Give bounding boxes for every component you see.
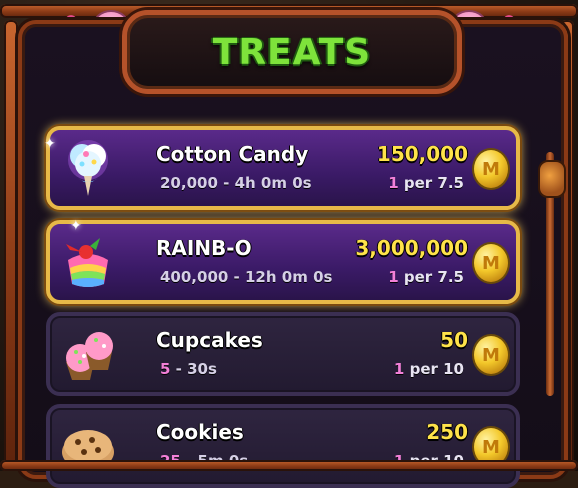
- rate-per: per 7.5: [403, 268, 464, 286]
- rate-per: per 7.5: [403, 174, 464, 192]
- treat-name: Cotton Candy: [156, 142, 309, 166]
- treat-row-cookies[interactable]: Cookies 25 - 5m 0s 250 1 per 10 M: [46, 404, 520, 488]
- coin-icon: M: [472, 148, 510, 190]
- rainbow-jelly-icon: [56, 230, 120, 294]
- treat-price: 250: [426, 420, 468, 444]
- treat-time: 4h 0m 0s: [234, 174, 312, 192]
- treat-quantity: 20,000: [160, 174, 218, 192]
- separator: -: [170, 360, 188, 378]
- treat-price: 3,000,000: [355, 236, 468, 260]
- left-pipe: [4, 20, 18, 471]
- rate-quantity: 1: [388, 174, 399, 192]
- rate-quantity: 1: [393, 360, 405, 378]
- coin-icon: M: [472, 334, 510, 376]
- treat-name: Cookies: [156, 420, 244, 444]
- cupcakes-icon: [56, 322, 120, 386]
- treat-name: RAINB-O: [156, 236, 252, 260]
- treat-price: 150,000: [376, 142, 468, 166]
- treat-quantity: 5: [160, 360, 171, 378]
- treat-rate: 1 per 10: [394, 360, 464, 378]
- coin-glyph: M: [482, 252, 500, 274]
- treat-row-cotton-candy[interactable]: ✦ Cotton Candy 20,000 - 4h 0m 0s 150,000…: [44, 126, 520, 210]
- sparkle-icon: ✦: [70, 218, 82, 234]
- treat-price: 50: [440, 328, 468, 352]
- page-title: TREATS: [212, 31, 372, 73]
- treat-time: 30s: [187, 360, 217, 378]
- bottom-pipe: [0, 460, 578, 471]
- treat-rate: 1 per 7.5: [388, 268, 464, 286]
- treat-detail: 400,000 - 12h 0m 0s: [160, 268, 332, 286]
- cotton-candy-icon: [56, 136, 120, 200]
- coin-glyph: M: [482, 344, 500, 366]
- treat-detail: 5 - 30s: [160, 360, 217, 378]
- rate-quantity: 1: [388, 268, 399, 286]
- game-frame: TREATS ✦ Cotton Candy 20,000 - 4h 0m 0s …: [0, 0, 578, 488]
- treat-rate: 1 per 7.5: [388, 174, 464, 192]
- separator: -: [228, 268, 245, 286]
- coin-glyph: M: [482, 158, 500, 180]
- rate-per: per 10: [409, 360, 464, 378]
- treat-row-rainb-o[interactable]: ✦ RAINB-O 400,000 - 12h 0m 0s 3,000,000 …: [46, 218, 520, 304]
- coin-icon: M: [472, 242, 510, 284]
- title-plate: TREATS: [122, 10, 462, 94]
- sparkle-icon: ✦: [44, 136, 56, 152]
- treat-time: 12h 0m 0s: [245, 268, 333, 286]
- coin-glyph: M: [482, 436, 500, 458]
- treat-quantity: 400,000: [160, 268, 229, 286]
- separator: -: [217, 174, 235, 192]
- treat-name: Cupcakes: [156, 328, 263, 352]
- scrollbar-thumb[interactable]: [538, 160, 566, 198]
- treat-detail: 20,000 - 4h 0m 0s: [160, 174, 312, 192]
- treat-row-cupcakes[interactable]: Cupcakes 5 - 30s 50 1 per 10 M: [46, 312, 520, 396]
